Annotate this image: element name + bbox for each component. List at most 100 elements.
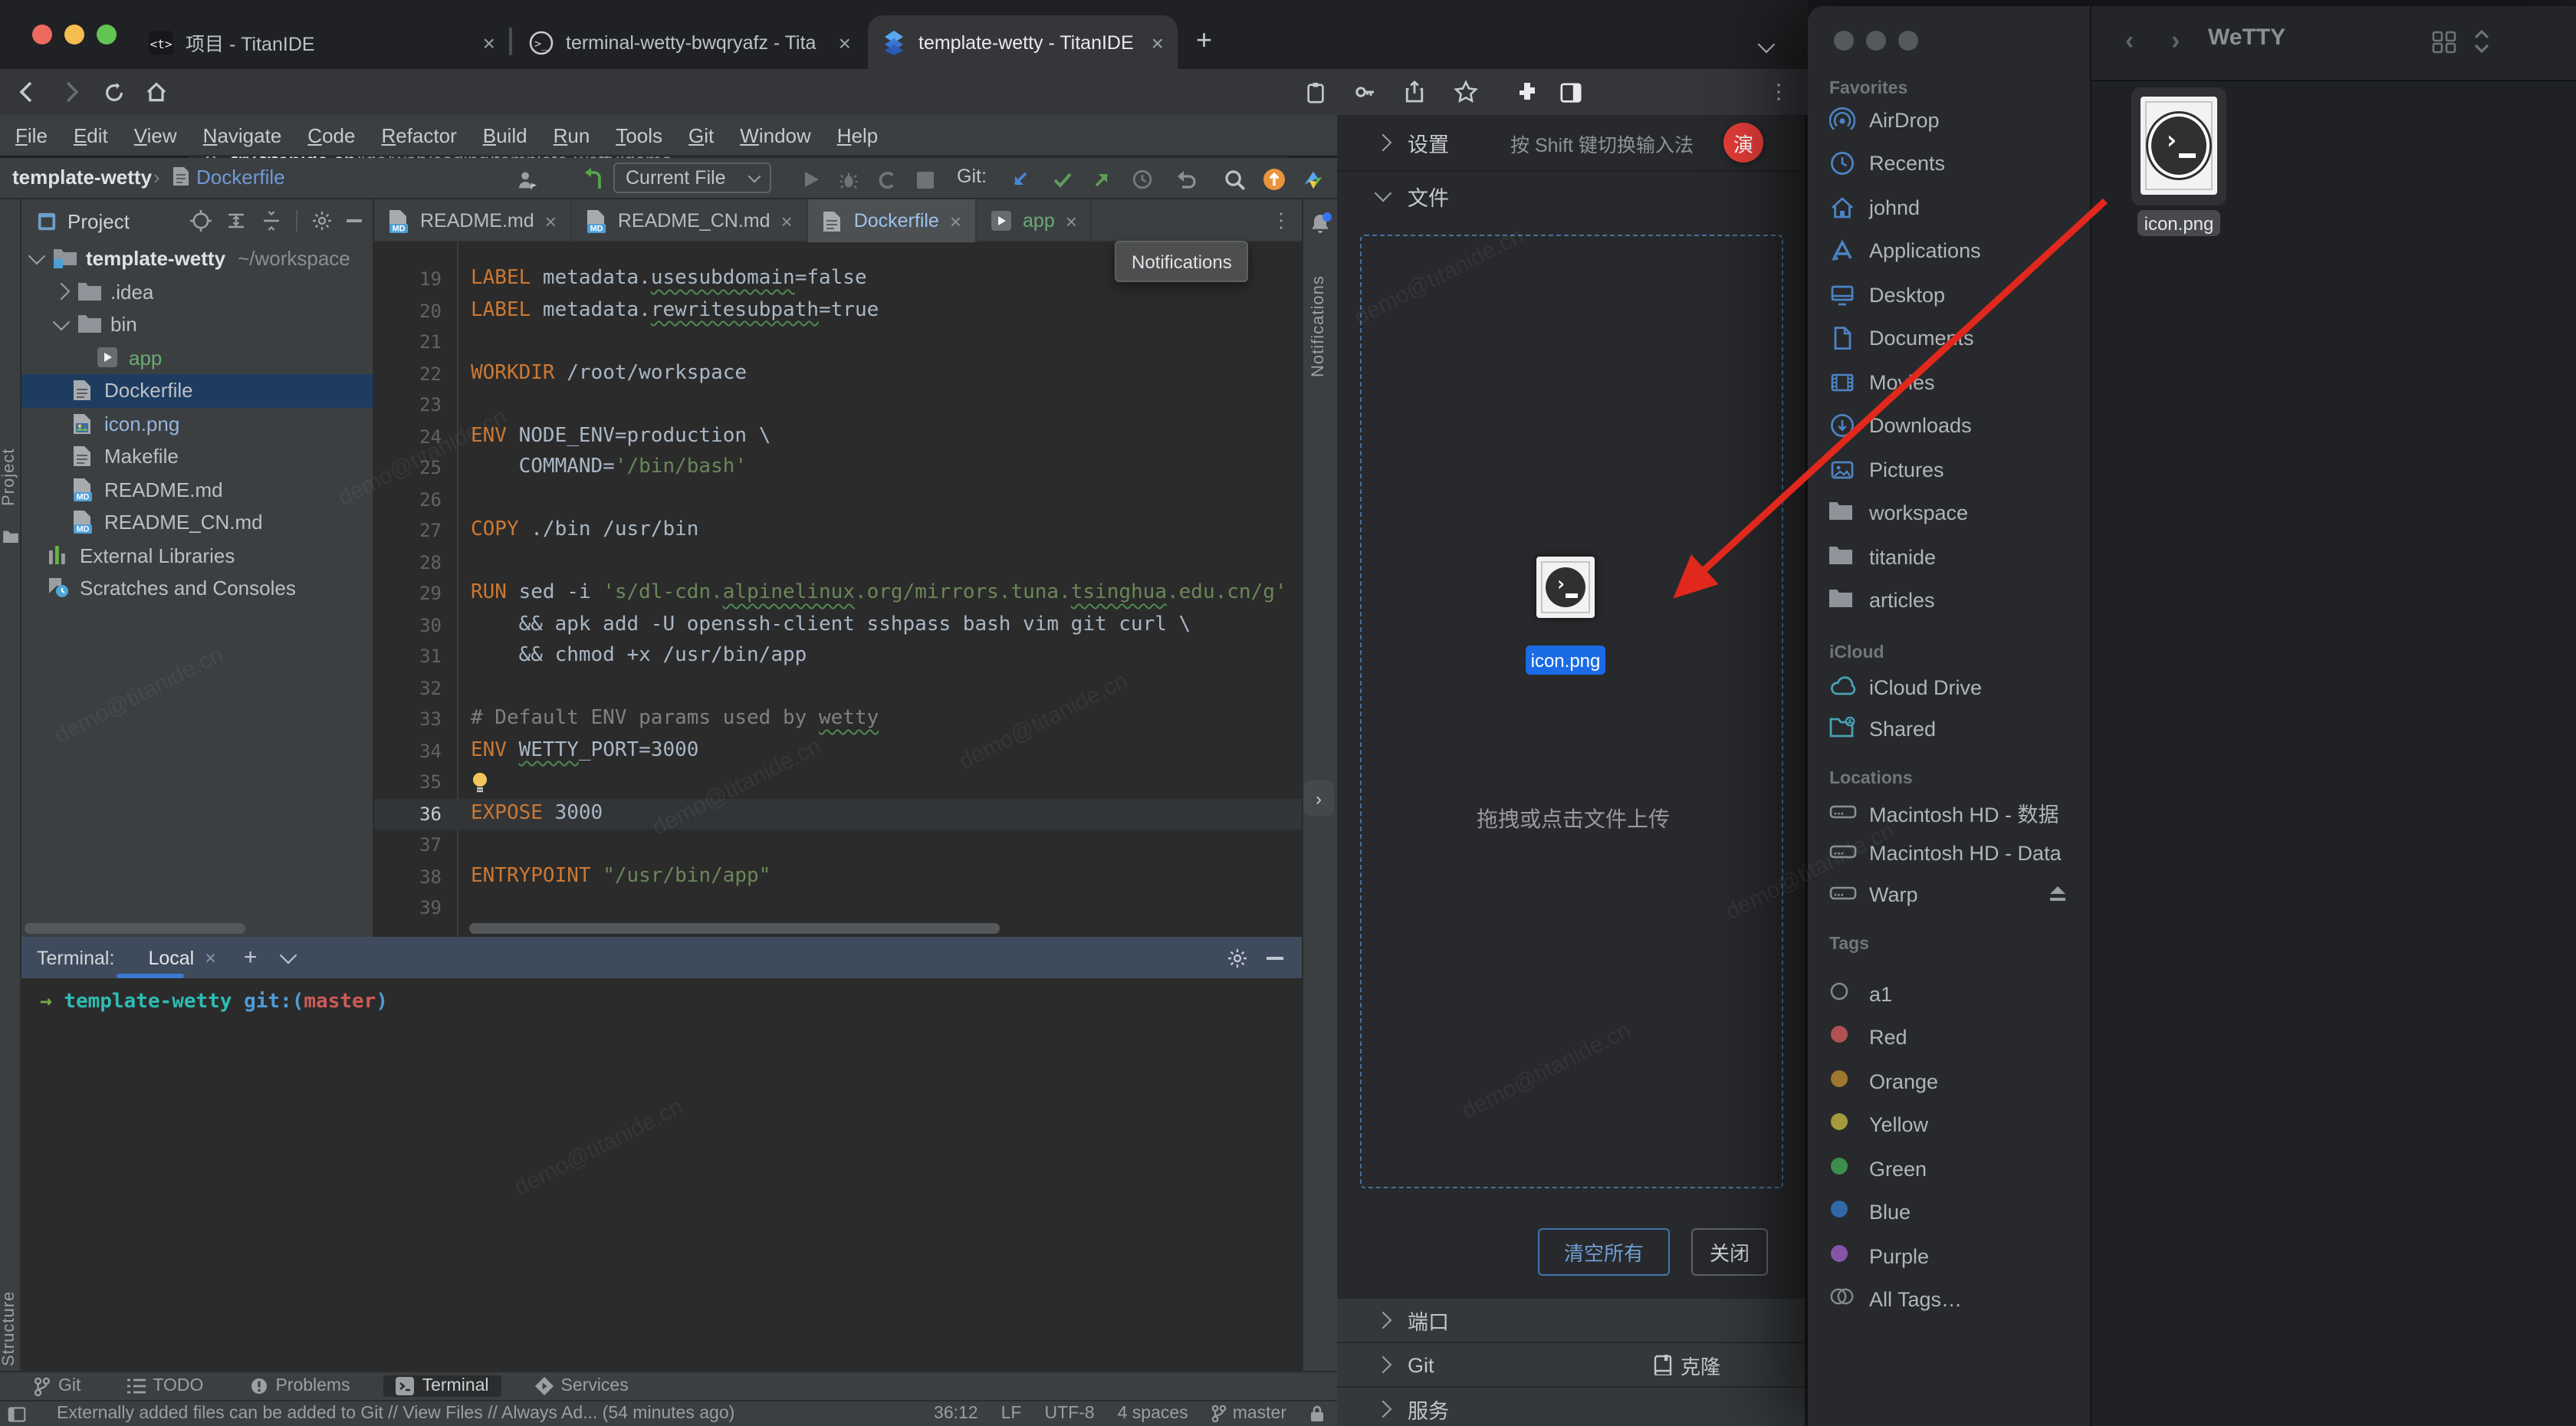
sidebar-item-movies[interactable]: Movies (1808, 363, 2090, 400)
code-line[interactable]: && chmod +x /usr/bin/app (471, 644, 807, 667)
new-terminal-icon[interactable]: + (244, 945, 258, 971)
sidebar-item-macintosh-hd-data[interactable]: Macintosh HD - Data (1808, 835, 2090, 872)
finder-minimize-button[interactable] (1866, 31, 1886, 51)
code-line[interactable]: # Default ENV params used by wetty (471, 707, 879, 730)
finder-file-name[interactable]: icon.png (2137, 210, 2220, 236)
status-message[interactable]: Externally added files can be added to G… (57, 1405, 808, 1423)
sidebar-item-orange[interactable]: Orange (1808, 1063, 2090, 1099)
git-clone-button[interactable]: 克隆 (1653, 1350, 1720, 1379)
rollback-arrow-icon[interactable] (580, 166, 607, 193)
debug-icon[interactable] (834, 166, 862, 193)
eject-icon[interactable] (2047, 885, 2068, 903)
code-line[interactable]: ENV WETTY_PORT=3000 (471, 738, 698, 761)
sidebar-item-articles[interactable]: articles (1808, 582, 2090, 619)
tool-window-button-git[interactable]: Git (21, 1375, 93, 1398)
side-panel-icon[interactable] (1555, 77, 1585, 107)
tree-item-icon.png[interactable]: icon.png (21, 407, 374, 440)
project-hscrollbar[interactable] (25, 923, 245, 934)
password-key-icon[interactable] (1349, 77, 1380, 107)
menu-item-run[interactable]: Run (554, 123, 590, 146)
search-icon[interactable] (1221, 166, 1248, 193)
tree-chevron-icon[interactable] (53, 283, 71, 301)
tree-item-external-libraries[interactable]: External Libraries (21, 539, 374, 572)
sidebar-item-yellow[interactable]: Yellow (1808, 1106, 2090, 1143)
user-icon[interactable] (512, 166, 540, 193)
collapse-all-icon[interactable] (261, 210, 282, 232)
tool-tab-notifications[interactable]: Notifications (1309, 245, 1331, 377)
tree-item-makefile[interactable]: Makefile (21, 440, 374, 473)
close-editor-tab-icon[interactable]: × (950, 209, 961, 232)
tree-item-dockerfile[interactable]: Dockerfile (21, 374, 374, 407)
code-line[interactable]: LABEL metadata.rewritesubpath=true (471, 298, 879, 321)
tool-window-button-todo[interactable]: TODO (114, 1375, 215, 1397)
code-line[interactable]: ENV NODE_ENV=production \ (471, 424, 770, 447)
menu-item-window[interactable]: Window (740, 123, 811, 146)
close-tab-icon[interactable]: × (1152, 30, 1164, 54)
share-icon[interactable] (1398, 77, 1429, 107)
tab-search-chevron-icon[interactable] (1760, 31, 1773, 58)
close-button[interactable]: 关闭 (1691, 1228, 1768, 1276)
history-clock-icon[interactable] (1129, 166, 1156, 193)
gear-icon[interactable] (311, 210, 333, 232)
expand-all-icon[interactable] (225, 210, 247, 232)
terminal-tab-close-icon[interactable]: × (205, 947, 216, 968)
close-editor-tab-icon[interactable]: × (545, 209, 557, 232)
git-push-icon[interactable] (1089, 166, 1116, 193)
browser-tab[interactable]: template-wetty - TitanIDE× (868, 15, 1178, 69)
sidebar-item-titanide[interactable]: titanide (1808, 538, 2090, 575)
tree-item-scratches-and-consoles[interactable]: Scratches and Consoles (21, 572, 374, 605)
notifications-bell-icon[interactable] (1308, 212, 1332, 236)
tool-window-button-problems[interactable]: Problems (237, 1375, 362, 1397)
browser-menu-icon[interactable]: ⋮ (1763, 77, 1794, 107)
menu-item-git[interactable]: Git (688, 123, 714, 146)
git-update-icon[interactable] (1006, 166, 1033, 193)
sidebar-item-macintosh-hd-[interactable]: Macintosh HD - 数据 (1808, 794, 2090, 831)
sidebar-item-green[interactable]: Green (1808, 1150, 2090, 1187)
back-icon[interactable] (12, 77, 43, 107)
editor[interactable]: MDREADME.md×MDREADME_CN.md×Dockerfile×ap… (374, 199, 1302, 937)
ide-features-gem-icon[interactable] (1299, 166, 1326, 193)
tree-item-template-wetty[interactable]: template-wetty~/workspace (21, 242, 374, 275)
finder-file-thumbnail[interactable]: › (2141, 97, 2217, 195)
close-editor-tab-icon[interactable]: × (781, 209, 793, 232)
editor-tab-app[interactable]: app× (977, 199, 1092, 242)
sidebar-item-purple[interactable]: Purple (1808, 1237, 2090, 1274)
panel-section-git[interactable]: Git克隆 (1337, 1342, 1805, 1386)
uploaded-file-thumbnail[interactable]: › (1536, 557, 1595, 618)
lock-icon[interactable] (1309, 1405, 1325, 1423)
browser-tab[interactable]: >_terminal-wetty-bwqryafz - Tita× (515, 15, 865, 69)
code-line[interactable]: && apk add -U openssh-client sshpass bas… (471, 613, 1191, 636)
line-ending[interactable]: LF (1001, 1405, 1022, 1423)
editor-tab-options-icon[interactable]: ⋮ (1271, 209, 1291, 233)
uploaded-file-name[interactable]: icon.png (1526, 646, 1605, 675)
stop-icon[interactable] (911, 166, 938, 193)
code-line[interactable]: COMMAND='/bin/bash' (471, 455, 747, 478)
sidebar-item-desktop[interactable]: Desktop (1808, 276, 2090, 313)
sidebar-item-blue[interactable]: Blue (1808, 1194, 2090, 1230)
locate-file-icon[interactable] (190, 210, 212, 232)
clear-all-button[interactable]: 清空所有 (1538, 1228, 1670, 1276)
extensions-puzzle-icon[interactable] (1512, 77, 1543, 107)
demo-badge[interactable]: 演 (1723, 123, 1763, 163)
intention-bulb-icon[interactable] (471, 771, 489, 794)
reading-list-icon[interactable] (1300, 77, 1331, 107)
editor-tab-readme-md[interactable]: MDREADME.md× (374, 199, 572, 242)
minimize-terminal-icon[interactable] (1267, 956, 1283, 959)
caret-position[interactable]: 36:12 (934, 1405, 978, 1423)
forward-icon[interactable] (55, 77, 86, 107)
code-line[interactable]: RUN sed -i 's/dl-cdn.alpinelinux.org/mir… (471, 581, 1287, 604)
sidebar-item-red[interactable]: Red (1808, 1019, 2090, 1056)
new-tab-button[interactable]: + (1196, 26, 1212, 54)
menu-item-refactor[interactable]: Refactor (381, 123, 456, 146)
sidebar-item-applications[interactable]: Applications (1808, 232, 2090, 269)
undo-icon[interactable] (1171, 166, 1199, 193)
code-line[interactable]: LABEL metadata.usesubdomain=false (471, 267, 867, 290)
bookmark-star-icon[interactable] (1451, 77, 1481, 107)
menu-item-file[interactable]: File (15, 123, 48, 146)
tree-item-readme.md[interactable]: MDREADME.md (21, 473, 374, 506)
close-tab-icon[interactable]: × (839, 30, 851, 54)
upload-dropzone[interactable]: › icon.png 拖拽或点击文件上传 (1360, 235, 1783, 1188)
sidebar-item-airdrop[interactable]: AirDrop (1808, 101, 2090, 138)
tree-item-readme-cn.md[interactable]: MDREADME_CN.md (21, 506, 374, 539)
menu-item-code[interactable]: Code (307, 123, 355, 146)
